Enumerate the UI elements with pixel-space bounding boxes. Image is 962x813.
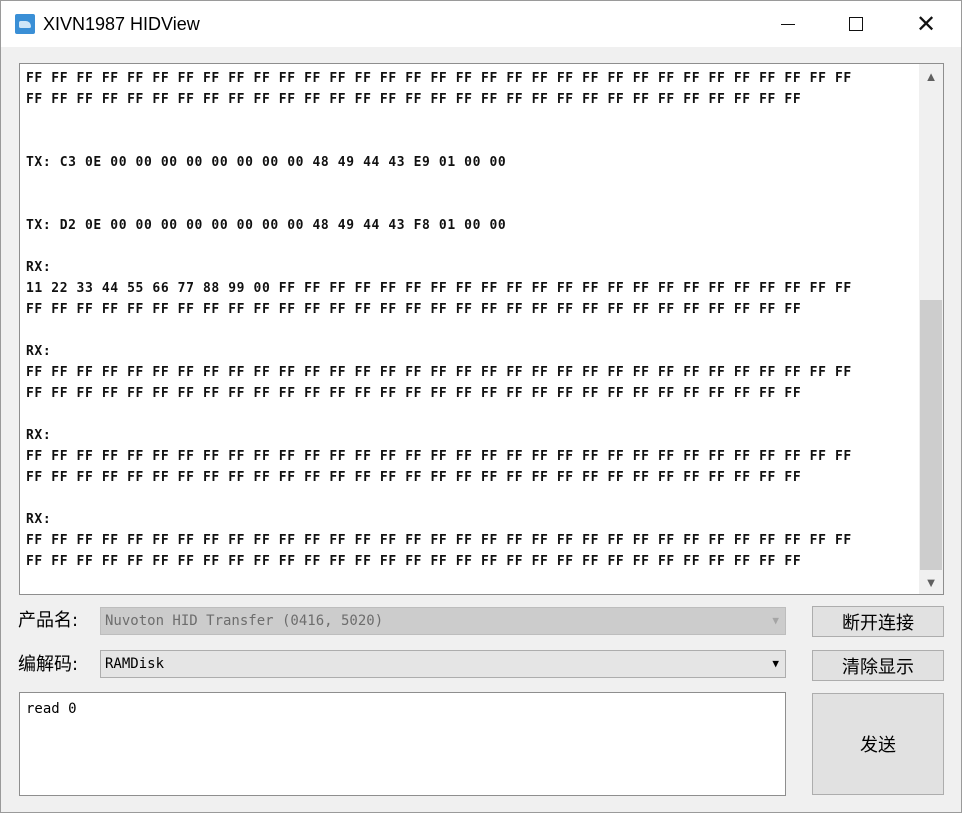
app-icon — [15, 14, 35, 34]
maximize-button[interactable] — [833, 1, 879, 47]
close-icon: ✕ — [915, 10, 937, 38]
codec-select-value: RAMDisk — [105, 656, 165, 672]
output-line: RX: — [26, 260, 52, 275]
output-line: 11 22 33 44 55 66 77 88 99 00 FF FF FF F… — [26, 281, 852, 296]
scroll-up-icon[interactable]: ▲ — [919, 66, 943, 86]
codec-select[interactable]: RAMDisk ▼ — [100, 650, 786, 678]
output-line: FF FF FF FF FF FF FF FF FF FF FF FF FF F… — [26, 533, 852, 548]
close-button[interactable]: ✕ — [903, 1, 949, 47]
output-line: FF FF FF FF FF FF FF FF FF FF FF FF FF F… — [26, 449, 852, 464]
output-line: TX: C3 0E 00 00 00 00 00 00 00 00 48 49 … — [26, 155, 507, 170]
output-line: TX: D2 0E 00 00 00 00 00 00 00 00 48 49 … — [26, 218, 507, 233]
output-log[interactable]: FF FF FF FF FF FF FF FF FF FF FF FF FF F… — [19, 63, 944, 595]
output-line: FF FF FF FF FF FF FF FF FF FF FF FF FF F… — [26, 71, 852, 86]
app-window: XIVN1987 HIDView ✕ FF FF FF FF FF FF FF … — [0, 0, 962, 813]
product-select-value: Nuvoton HID Transfer (0416, 5020) — [105, 613, 384, 629]
scrollbar-thumb[interactable] — [920, 300, 942, 570]
output-line: FF FF FF FF FF FF FF FF FF FF FF FF FF F… — [26, 554, 802, 569]
maximize-icon — [849, 17, 863, 31]
minimize-icon — [781, 23, 795, 25]
chevron-down-icon: ▼ — [772, 657, 779, 670]
output-line: RX: — [26, 344, 52, 359]
scroll-down-icon[interactable]: ▼ — [919, 572, 943, 592]
chevron-down-icon: ▼ — [772, 614, 779, 627]
disconnect-button[interactable]: 断开连接 — [812, 606, 944, 637]
output-line: FF FF FF FF FF FF FF FF FF FF FF FF FF F… — [26, 365, 852, 380]
output-log-text: FF FF FF FF FF FF FF FF FF FF FF FF FF F… — [26, 68, 916, 572]
output-line: RX: — [26, 428, 52, 443]
title-bar[interactable]: XIVN1987 HIDView ✕ — [1, 1, 961, 47]
product-select[interactable]: Nuvoton HID Transfer (0416, 5020) ▼ — [100, 607, 786, 635]
window-title: XIVN1987 HIDView — [43, 14, 200, 34]
clear-display-button[interactable]: 清除显示 — [812, 650, 944, 681]
codec-label: 编解码: — [18, 654, 79, 675]
output-line: FF FF FF FF FF FF FF FF FF FF FF FF FF F… — [26, 92, 802, 107]
minimize-button[interactable] — [765, 1, 811, 47]
product-label: 产品名: — [18, 610, 79, 631]
output-line: FF FF FF FF FF FF FF FF FF FF FF FF FF F… — [26, 386, 802, 401]
send-button[interactable]: 发送 — [812, 693, 944, 795]
output-line: FF FF FF FF FF FF FF FF FF FF FF FF FF F… — [26, 302, 802, 317]
output-line: RX: — [26, 512, 52, 527]
vertical-scrollbar[interactable]: ▲ ▼ — [919, 64, 943, 594]
output-line: FF FF FF FF FF FF FF FF FF FF FF FF FF F… — [26, 470, 802, 485]
command-input[interactable]: read 0 — [19, 692, 786, 796]
command-input-value: read 0 — [26, 701, 77, 717]
